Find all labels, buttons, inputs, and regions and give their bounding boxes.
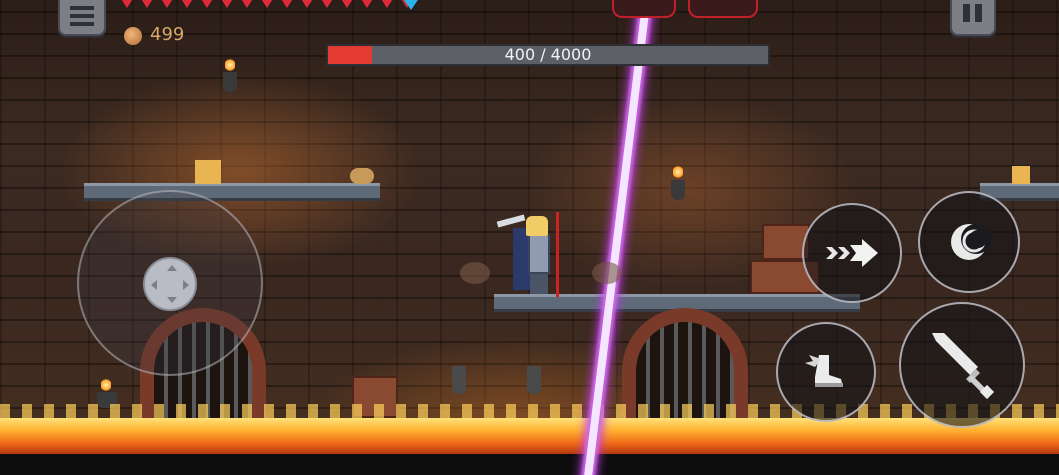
heart-icon xyxy=(278,0,296,8)
heart-icon xyxy=(118,0,136,8)
arrow-left-icon xyxy=(151,280,157,290)
boss-sprite-fragment xyxy=(612,0,676,18)
wall-chain xyxy=(452,366,466,394)
dash-button[interactable] xyxy=(802,203,902,303)
dust-cloud xyxy=(592,262,622,284)
jump-button[interactable] xyxy=(776,322,876,422)
candles xyxy=(1012,166,1030,184)
heart-icon xyxy=(378,0,396,8)
winged-boot-icon xyxy=(805,355,843,387)
menu-icon-line xyxy=(70,22,94,26)
heart-icon xyxy=(178,0,196,8)
candles xyxy=(195,160,221,184)
player-sword xyxy=(556,212,559,297)
player-legs xyxy=(530,272,548,294)
pause-icon-bar xyxy=(975,4,982,22)
menu-icon-line xyxy=(70,14,94,18)
sword-icon xyxy=(932,333,995,400)
player-head xyxy=(526,216,548,236)
crescent-moon-icon xyxy=(951,224,991,260)
torch-flame xyxy=(225,58,235,72)
arrow-up-icon xyxy=(167,265,177,271)
heart-icon xyxy=(138,0,156,8)
bottom-bar xyxy=(0,454,1059,475)
menu-button[interactable] xyxy=(58,0,106,36)
pause-icon xyxy=(963,4,970,22)
dash-arrow-icon xyxy=(826,239,878,267)
joystick-knob[interactable] xyxy=(143,257,197,311)
arrow-right-icon xyxy=(183,280,189,290)
brazier-flame xyxy=(101,378,111,392)
skull xyxy=(350,168,374,184)
heart-icon xyxy=(258,0,276,8)
lava-floor xyxy=(0,418,1059,454)
dust-cloud xyxy=(460,262,490,284)
heart-icon xyxy=(238,0,256,8)
wall-torch xyxy=(671,180,685,200)
boss-sprite-fragment xyxy=(688,0,758,18)
heart-icon xyxy=(198,0,216,8)
wall-chain xyxy=(527,366,541,394)
torch-flame xyxy=(673,165,683,179)
heart-icon xyxy=(358,0,376,8)
pause-button[interactable] xyxy=(950,0,996,36)
player-armor xyxy=(528,234,550,274)
heart-icon xyxy=(218,0,236,8)
coin-count: 499 xyxy=(150,24,185,45)
wall-torch xyxy=(223,72,237,92)
boss-health-bar: 400 / 4000 xyxy=(326,44,770,66)
heart-icon xyxy=(158,0,176,8)
player-scythe xyxy=(496,214,526,228)
stone-ledge-left xyxy=(84,183,380,201)
arrow-down-icon xyxy=(167,297,177,303)
heart-icon xyxy=(338,0,356,8)
heart-icon xyxy=(298,0,316,8)
health-hearts xyxy=(118,0,416,10)
attack-button[interactable] xyxy=(899,302,1025,428)
heart-icon xyxy=(318,0,336,8)
menu-icon xyxy=(70,6,94,10)
boss-health-text: 400 / 4000 xyxy=(504,45,592,64)
coin-icon xyxy=(124,27,142,45)
skill-button[interactable] xyxy=(918,191,1020,293)
